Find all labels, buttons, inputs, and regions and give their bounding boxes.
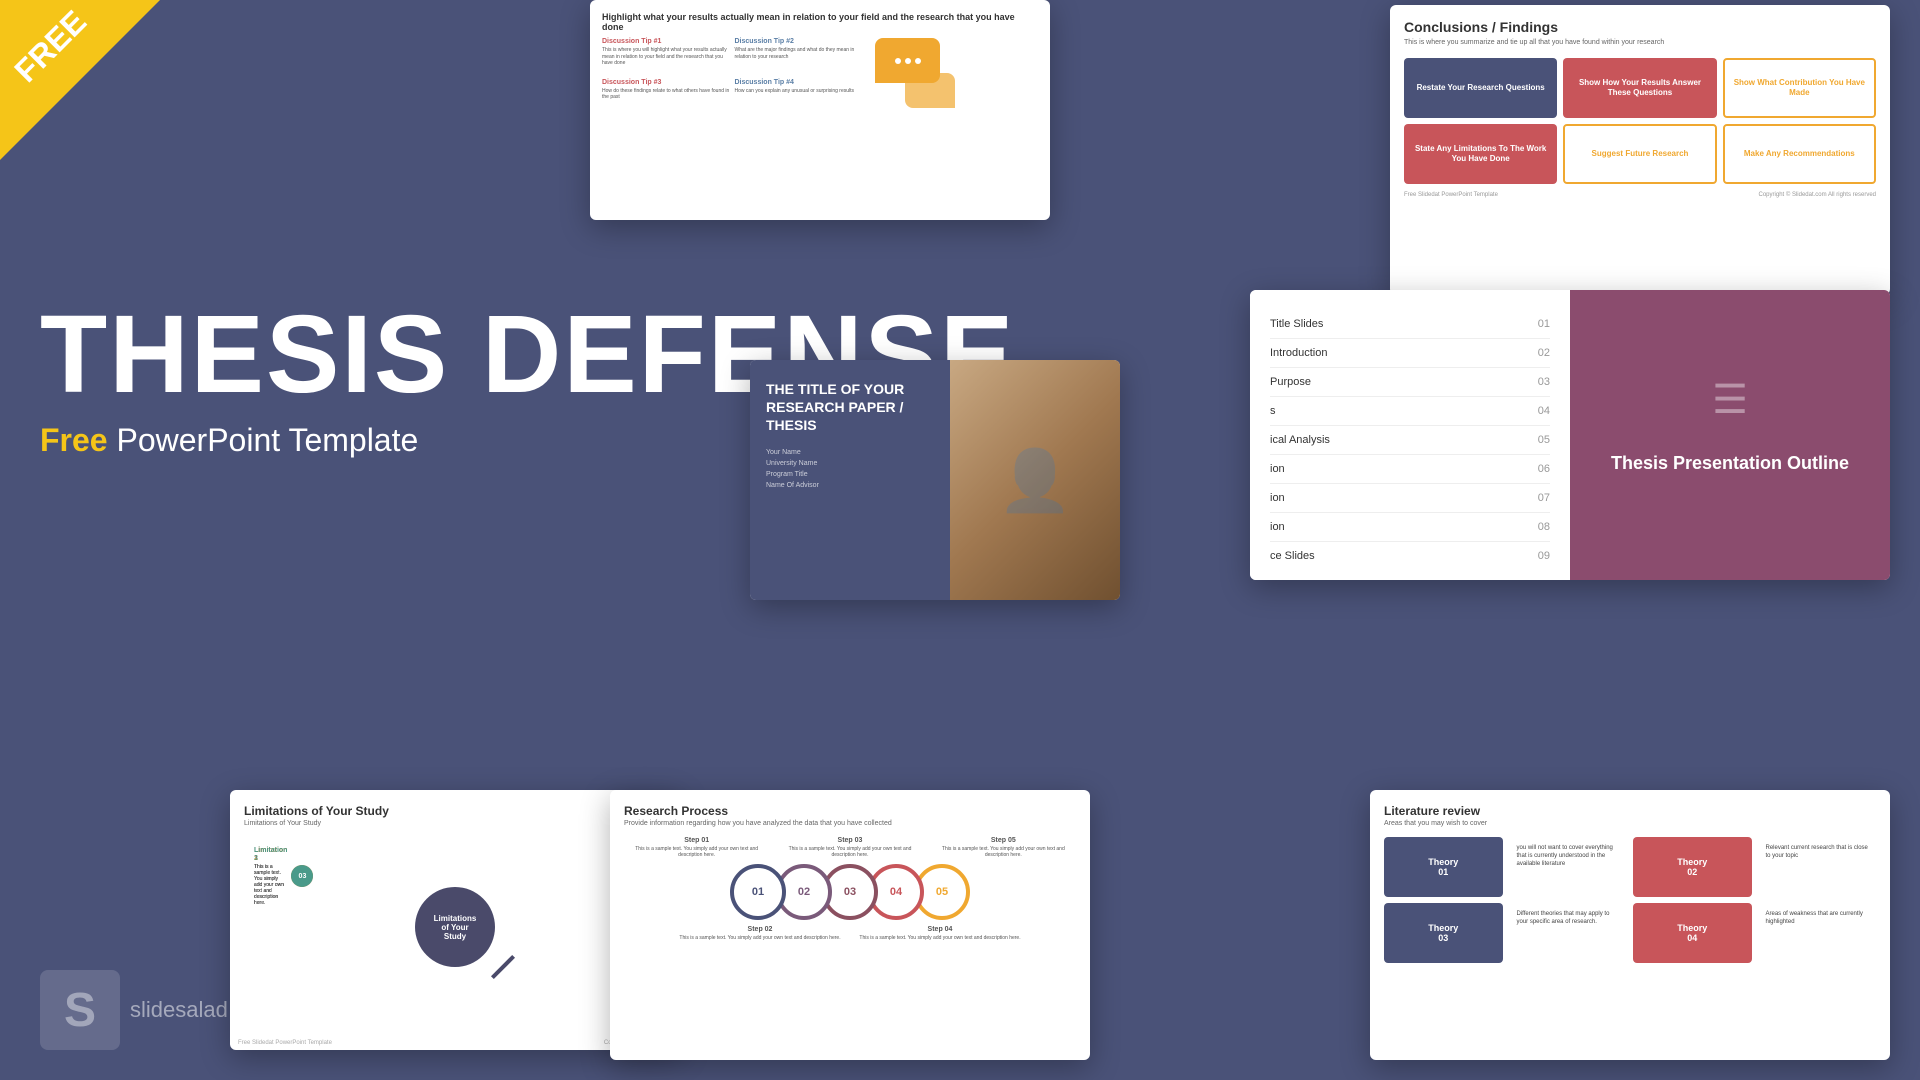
toc-label: ion <box>1270 463 1285 475</box>
toc-num: 03 <box>1538 376 1550 388</box>
toc-row-6: ion 07 <box>1270 484 1550 513</box>
theory-02: Theory02 <box>1633 837 1752 897</box>
conclusions-footer: Free Slidedat PowerPoint Template Copyri… <box>1404 192 1876 198</box>
logo-icon: S <box>40 970 120 1050</box>
tip2-body: What are the major findings and what do … <box>735 47 863 60</box>
discussion-grid: Discussion Tip #1 This is where you will… <box>602 38 862 108</box>
toc-rows: Title Slides 01 Introduction 02 Purpose 03 s 04… <box>1270 310 1550 570</box>
slide-research: Research Process Provide information reg… <box>610 790 1090 1060</box>
toc-label: ion <box>1270 521 1285 533</box>
toc-num: 07 <box>1538 492 1550 504</box>
toc-row-1: Introduction 02 <box>1270 339 1550 368</box>
toc-num: 06 <box>1538 463 1550 475</box>
slide-discussion: Highlight what your results actually mea… <box>590 0 1050 220</box>
slide-toc: Title Slides 01 Introduction 02 Purpose 03 s 04… <box>1250 290 1890 580</box>
limitations-diagram: Limitation 1 This is a sample text. You … <box>244 837 666 1017</box>
toc-label: ce Slides <box>1270 550 1315 562</box>
toc-num: 04 <box>1538 405 1550 417</box>
c-card-2: Show What Contribution You Have Made <box>1723 58 1876 118</box>
conclusions-subtitle: This is where you summarize and tie up a… <box>1404 39 1876 46</box>
discussion-header: Highlight what your results actually mea… <box>602 12 1038 32</box>
chat-bubbles-icon <box>875 38 955 108</box>
tip3-title: Discussion Tip #3 <box>602 79 730 86</box>
slide-conclusions: Conclusions / Findings This is where you… <box>1390 5 1890 295</box>
toc-row-7: ion 08 <box>1270 513 1550 542</box>
toc-label: s <box>1270 405 1276 417</box>
slide-title-main: THE TITLE OF YOUR RESEARCH PAPER / THESI… <box>750 360 1120 600</box>
bubble2 <box>905 73 955 108</box>
tip3-body: How do these findings relate to what oth… <box>602 88 730 101</box>
conclusions-grid: Restate Your Research Questions Show How… <box>1404 58 1876 184</box>
lit-grid: Theory01 you will not want to cover ever… <box>1384 837 1876 963</box>
research-meta: Your Name University Name Program Title … <box>766 447 934 492</box>
toc-right-title: Thesis Presentation Outline <box>1591 433 1869 494</box>
toc-row-3: s 04 <box>1270 397 1550 426</box>
theory-01: Theory01 <box>1384 837 1503 897</box>
conclusions-title: Conclusions / Findings <box>1404 19 1876 35</box>
tip4-body: How can you explain any unusual or surpr… <box>735 88 863 95</box>
toc-label: Title Slides <box>1270 318 1323 330</box>
toc-right: ☰ Thesis Presentation Outline <box>1570 290 1890 580</box>
toc-row-2: Purpose 03 <box>1270 368 1550 397</box>
theory-02-desc: Relevant current research that is close … <box>1758 837 1877 897</box>
limitations-center: Limitationsof YourStudy <box>415 887 495 967</box>
toc-label: Introduction <box>1270 347 1327 359</box>
toc-label: ical Analysis <box>1270 434 1330 446</box>
lit-subtitle: Areas that you may wish to cover <box>1384 820 1876 827</box>
limitations-title: Limitations of Your Study <box>244 804 666 818</box>
tip4: Discussion Tip #4 How can you explain an… <box>735 79 863 108</box>
subtitle-rest: PowerPoint Template <box>108 422 419 458</box>
toc-row-4: ical Analysis 05 <box>1270 426 1550 455</box>
rp-subtitle: Provide information regarding how you ha… <box>624 820 1076 827</box>
rp-circle-1: 01 <box>730 864 786 920</box>
theory-04: Theory04 <box>1633 903 1752 963</box>
theory-03: Theory03 <box>1384 903 1503 963</box>
lim-node-3: Limitation 3 This is a sample text. You … <box>254 847 313 906</box>
tip2-title: Discussion Tip #2 <box>735 38 863 45</box>
tip4-title: Discussion Tip #4 <box>735 79 863 86</box>
lim-footer-left: Free Slidedat PowerPoint Template <box>238 1040 332 1046</box>
logo-text: slidesalad <box>130 997 228 1023</box>
toc-label: Purpose <box>1270 376 1311 388</box>
toc-num: 05 <box>1538 434 1550 446</box>
theory-01-desc: you will not want to cover everything th… <box>1509 837 1628 897</box>
toc-row-8: ce Slides 09 <box>1270 542 1550 570</box>
toc-row-5: ion 06 <box>1270 455 1550 484</box>
toc-num: 01 <box>1538 318 1550 330</box>
slidesalad-logo: S slidesalad <box>40 970 228 1050</box>
slide-literature: Literature review Areas that you may wis… <box>1370 790 1890 1060</box>
tip3: Discussion Tip #3 How do these findings … <box>602 79 730 108</box>
lit-title: Literature review <box>1384 804 1876 818</box>
toc-icon: ☰ <box>1712 377 1748 423</box>
toc-num: 08 <box>1538 521 1550 533</box>
subtitle-free: Free <box>40 422 108 458</box>
toc-row-0: Title Slides 01 <box>1270 310 1550 339</box>
c-card-0: Restate Your Research Questions <box>1404 58 1557 118</box>
c-card-5: Make Any Recommendations <box>1723 124 1876 184</box>
limitations-subtitle: Limitations of Your Study <box>244 820 666 827</box>
title-slide-content: THE TITLE OF YOUR RESEARCH PAPER / THESI… <box>750 360 950 600</box>
toc-label: ion <box>1270 492 1285 504</box>
title-slide-image: 👤 <box>950 360 1120 600</box>
tip1-body: This is where you will highlight what yo… <box>602 47 730 67</box>
toc-left: Title Slides 01 Introduction 02 Purpose 03 s 04… <box>1250 290 1570 580</box>
c-card-3: State Any Limitations To The Work You Ha… <box>1404 124 1557 184</box>
c-card-1: Show How Your Results Answer These Quest… <box>1563 58 1716 118</box>
tip2: Discussion Tip #2 What are the major fin… <box>735 38 863 74</box>
theory-04-desc: Areas of weakness that are currently hig… <box>1758 903 1877 963</box>
node-circle-3: 03 <box>291 865 313 887</box>
tip1-title: Discussion Tip #1 <box>602 38 730 45</box>
theory-03-desc: Different theories that may apply to you… <box>1509 903 1628 963</box>
tip1: Discussion Tip #1 This is where you will… <box>602 38 730 74</box>
title-thesis: THESIS <box>40 293 449 416</box>
toc-num: 02 <box>1538 347 1550 359</box>
toc-num: 09 <box>1538 550 1550 562</box>
rp-title: Research Process <box>624 804 1076 818</box>
research-title: THE TITLE OF YOUR RESEARCH PAPER / THESI… <box>766 380 934 435</box>
c-card-4: Suggest Future Research <box>1563 124 1716 184</box>
